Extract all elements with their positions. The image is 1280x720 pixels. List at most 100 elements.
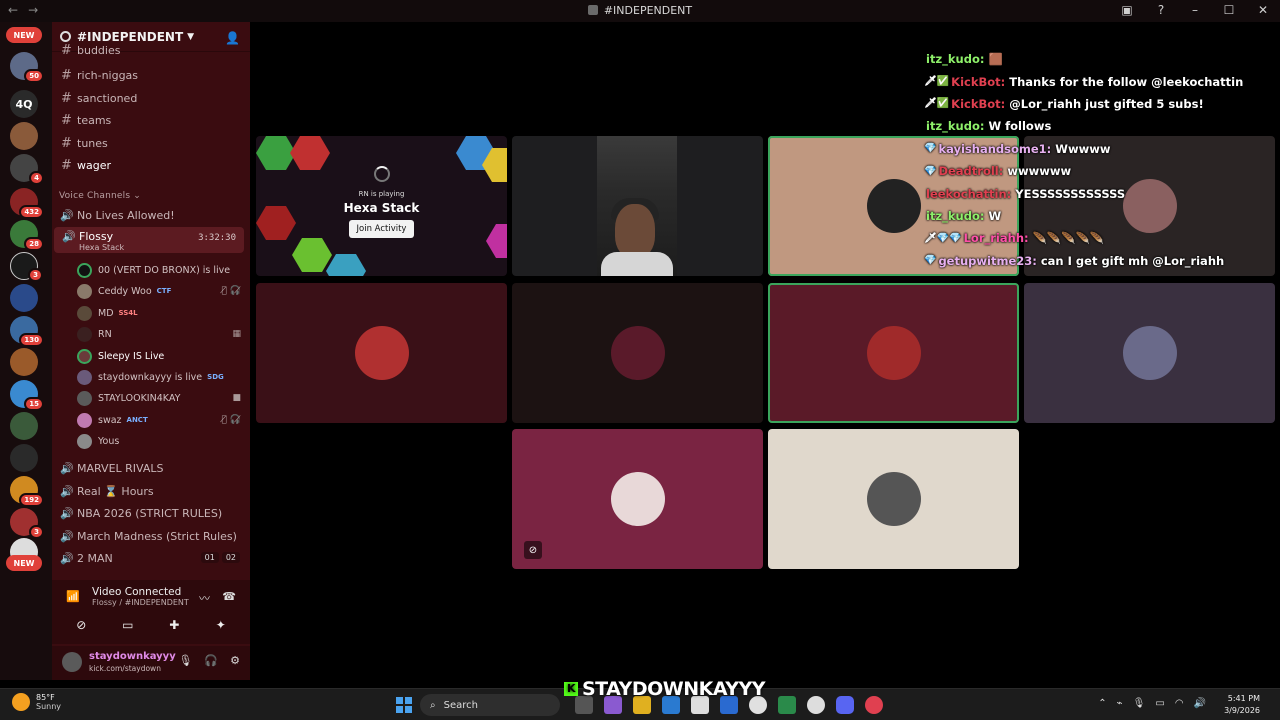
server-icon[interactable] [10,412,38,440]
voice-user[interactable]: Ceddy Woo CTF 🎙̸ 🎧̸ [77,281,245,301]
hourglass-icon: ⌛ [104,484,118,498]
start-button[interactable] [396,697,412,713]
participant-tile[interactable] [1024,283,1275,423]
voice-channel-nba[interactable]: 🔊 NBA 2026 (STRICT RULES) [52,503,250,523]
avatar [77,283,92,299]
voice-channel-real-hours[interactable]: 🔊 Real ⌛ Hours [52,481,250,501]
disconnect-icon[interactable]: ☎ [222,590,236,603]
voice-user[interactable]: swaz ANCT 🎙̸ 🎧̸ [77,410,245,430]
server-icon[interactable]: 3 [10,252,43,282]
voice-channels-header[interactable]: Voice Channels ⌄ [59,191,141,201]
server-icon[interactable] [10,348,38,376]
server-icon[interactable]: 4 [10,154,44,185]
channel-sanctioned[interactable]: # sanctioned [52,88,250,108]
close-icon[interactable]: ✕ [1256,3,1270,17]
voice-channel-march-madness[interactable]: 🔊 March Madness (Strict Rules) [52,526,250,546]
muted-icons: 🎙̸ 🎧̸ [221,286,241,296]
soundboard-button[interactable]: ✦ [201,614,241,636]
participant-tile[interactable] [256,283,507,423]
server-icon[interactable]: 432 [10,188,44,219]
channel-rich-niggas[interactable]: # rich-niggas [52,65,250,85]
mic-icon[interactable]: 🎙 [1133,698,1146,709]
server-4q[interactable]: 4Q [10,90,38,118]
taskbar-search[interactable]: ⌕ Search [420,694,560,716]
channel-buddies[interactable]: # buddies [52,44,250,56]
avatar [77,326,92,342]
voice-channel-marvel[interactable]: 🔊 MARVEL RIVALS [52,458,250,478]
speaker-icon: 🔊 [62,230,76,243]
voice-connected-panel: 📶 Video Connected Flossy / #INDEPENDENT … [52,580,250,644]
camera-tile[interactable] [512,136,763,276]
server-icon[interactable]: 15 [10,380,44,411]
headphones-icon[interactable]: 🎧 [204,654,218,667]
server-icon[interactable]: 50 [10,52,44,83]
voice-location[interactable]: Flossy / #INDEPENDENT [92,598,189,607]
server-icon[interactable] [10,122,38,150]
inbox-icon[interactable]: ▣ [1120,3,1134,17]
activity-tile[interactable]: RN is playing Hexa Stack Join Activity [256,136,507,276]
add-member-icon[interactable]: 👤 [225,31,240,45]
voice-user[interactable]: Yous [77,431,245,451]
help-icon[interactable]: ? [1154,3,1168,17]
avatar [77,305,92,321]
join-activity-button[interactable]: Join Activity [348,220,415,238]
new-pill[interactable]: NEW [6,555,42,571]
voice-channel-flossy[interactable]: 🔊 Flossy 3:32:30 Hexa Stack [54,227,244,253]
volume-icon[interactable]: 🔊 [1194,698,1206,709]
voice-user[interactable]: Sleepy IS Live [77,346,245,366]
voice-user[interactable]: 00 (VERT DO BRONX) is live [77,260,245,280]
participant-tile[interactable] [512,283,763,423]
server-icon[interactable]: 192 [10,476,44,507]
camera-off-button[interactable]: ⊘ [61,614,101,636]
voice-user[interactable]: staydownkayyy is live SDG [77,367,245,387]
channel-tunes[interactable]: # tunes [52,133,250,153]
voice-user[interactable]: MD SS4L [77,303,245,323]
hash-icon: # [61,44,72,56]
search-icon: ⌕ [430,699,436,711]
voice-user[interactable]: RN ▦ [77,324,245,344]
activities-button[interactable]: ✚ [154,614,194,636]
microphone-icon[interactable]: 🎙 [178,654,192,667]
wifi-icon[interactable]: ◠ [1175,698,1184,709]
chat-message: 💎 Deadtroll: wwwwww [924,164,1072,179]
speaker-icon: 🔊 [60,208,74,222]
kick-logo-icon: K [564,682,578,696]
settings-gear-icon[interactable]: ⚙ [230,654,240,667]
voice-channel-no-lives[interactable]: 🔊 No Lives Allowed! [52,205,250,225]
server-icon[interactable]: 130 [10,316,44,347]
chevron-up-icon[interactable]: ⌃ [1098,698,1106,709]
server-icon[interactable] [10,444,38,472]
muted-icons: 🎙̸ 🎧̸ [221,415,241,425]
speaker-icon: 🔊 [60,461,74,475]
channel-wager[interactable]: # wager [52,155,250,175]
server-icon[interactable] [10,284,38,312]
participant-tile[interactable] [768,429,1019,569]
participant-tile[interactable]: ⊘ [512,429,763,569]
new-pill[interactable]: NEW [6,27,42,43]
server-icon[interactable]: 3 [10,508,44,539]
maximize-icon[interactable]: ☐ [1222,3,1236,17]
app-icon[interactable] [865,696,883,714]
noise-suppression-icon[interactable]: 〰 [199,590,210,606]
voice-channel-2man[interactable]: 🔊 2 MAN 01 02 [52,548,250,568]
participant-tile[interactable] [768,283,1019,423]
minimize-icon[interactable]: – [1188,3,1202,17]
display-icon[interactable]: ▭ [1155,698,1164,709]
weather-widget[interactable]: 85°F Sunny [12,693,61,711]
obs-icon[interactable] [807,696,825,714]
channel-teams[interactable]: # teams [52,110,250,130]
activity-game-name: Hexa Stack [343,201,420,215]
channel-activity: Hexa Stack [79,243,125,252]
avatar[interactable] [62,652,82,672]
signal-icon[interactable]: 📶 [66,590,80,603]
screen-share-button[interactable]: ▭ [108,614,148,636]
username[interactable]: staydownkayyy [89,651,176,662]
network-icon[interactable]: ⌁ [1117,698,1123,709]
server-icon[interactable]: 28 [10,220,44,251]
avatar [610,326,665,380]
taskbar-clock[interactable]: 5:41 PM 3/9/2026 [1224,693,1260,717]
discord-icon[interactable] [836,696,854,714]
hash-icon: # [61,112,72,128]
voice-user[interactable]: STAYLOOKIN4KAY ■ [77,388,245,408]
app-icon[interactable] [778,696,796,714]
